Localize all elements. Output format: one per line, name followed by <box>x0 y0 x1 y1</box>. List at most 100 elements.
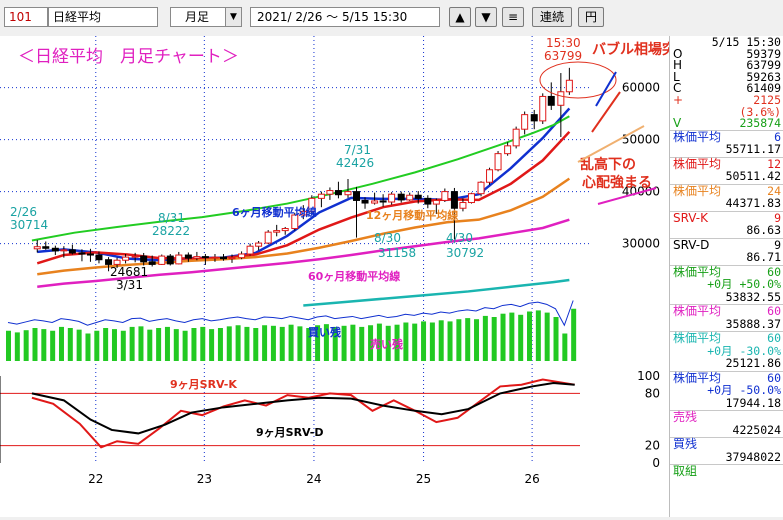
indicator-value: 44371.83 <box>673 197 781 210</box>
candle-body <box>201 256 209 259</box>
volume-bar <box>438 320 444 361</box>
volume-bar <box>138 326 144 361</box>
volume-bar <box>279 326 285 361</box>
y-tick-label: 30000 <box>622 237 660 251</box>
candle-body <box>353 191 361 201</box>
volume-bar <box>200 326 206 361</box>
candle-body <box>140 255 148 263</box>
volume-bar <box>191 328 197 361</box>
candle-body <box>406 194 414 201</box>
volume-bar <box>111 329 117 361</box>
volume-bar <box>67 328 73 361</box>
label-buy-remaining: 買い残 <box>308 325 341 339</box>
candle-body <box>228 257 236 260</box>
chart-area[interactable]: 22232425263000040000500006000002080100＜日… <box>0 36 690 517</box>
candle-body <box>432 199 440 205</box>
label-srv-d: 9ヶ月SRV-D <box>256 426 323 439</box>
indicator-value-value: 86.71 <box>746 250 781 265</box>
volume-bar <box>6 330 11 361</box>
yen-button[interactable]: 円 <box>578 7 604 27</box>
volume-trend-line <box>7 300 574 327</box>
point-label-bottom: 31158 <box>378 246 416 260</box>
point-label-top: 24681 <box>110 265 148 279</box>
indicator-value: 86.63 <box>673 224 781 237</box>
volume-bar <box>85 333 91 361</box>
volume-bar <box>288 324 294 361</box>
volume-bar <box>235 325 241 361</box>
candle-body <box>512 128 520 147</box>
volume-bar <box>94 330 100 361</box>
volume-bar <box>553 317 559 361</box>
volume-bar <box>527 311 533 361</box>
y-tick-label: 60000 <box>622 81 660 95</box>
volume-bar <box>226 326 232 361</box>
volume-bar <box>209 329 215 361</box>
scroll-up-button[interactable]: ▲ <box>449 7 471 27</box>
candle-body <box>521 114 529 130</box>
candle-body <box>95 254 103 261</box>
volume-bar <box>76 329 82 361</box>
point-label-bottom: 3/31 <box>116 278 143 292</box>
x-tick-label: 26 <box>524 472 539 486</box>
candle-body <box>450 191 458 209</box>
candle-body <box>441 191 449 201</box>
series-line <box>303 278 570 307</box>
candle-body <box>477 181 485 195</box>
indicator-value-value: 44371.83 <box>725 196 781 211</box>
menu-button[interactable]: ≡ <box>502 7 524 27</box>
volume-bar <box>500 313 506 361</box>
candle-body <box>565 79 573 93</box>
candle-body <box>166 255 174 265</box>
chevron-down-icon[interactable]: ▼ <box>225 8 241 26</box>
indicator-header-label: SRV-D <box>673 237 710 252</box>
continuous-button[interactable]: 連続 <box>532 7 572 27</box>
ohlc-row: V 235874 <box>673 117 781 130</box>
candle-body <box>547 95 555 106</box>
ohlc-row-value: 235874 <box>739 116 781 131</box>
volume-bar <box>41 329 47 361</box>
candle-body <box>344 191 352 196</box>
candle-body <box>539 95 547 122</box>
x-tick-label: 22 <box>88 472 103 486</box>
indicator-value-value: 53832.55 <box>725 289 781 304</box>
candle-body <box>255 242 263 247</box>
volume-bar <box>571 308 577 361</box>
volume-bar <box>50 330 56 361</box>
label-srv-k: 9ヶ月SRV-K <box>170 378 237 391</box>
volume-bar <box>253 328 259 361</box>
volume-bar <box>156 328 162 361</box>
scroll-down-button[interactable]: ▼ <box>475 7 497 27</box>
point-label-bottom: 30714 <box>10 218 48 232</box>
candle-body <box>326 190 334 195</box>
candle-body <box>459 202 467 209</box>
candle-body <box>51 247 59 252</box>
volume-bar <box>447 321 453 361</box>
point-label-top: 15:30 <box>546 36 581 50</box>
volume-bar <box>562 333 568 361</box>
candle-body <box>105 259 113 265</box>
stock-name-field[interactable]: 日経平均 <box>48 7 158 27</box>
indicator-value: 86.71 <box>673 251 781 264</box>
indicator-header-label: 株価平均 <box>673 183 722 198</box>
candle-body <box>424 197 432 205</box>
period-select-value: 月足 <box>185 10 210 24</box>
point-label-top: 8/31 <box>158 211 185 225</box>
candle-body <box>504 145 512 155</box>
volume-bar <box>120 330 126 361</box>
date-range-display: 2021/ 2/26 ～ 5/15 15:30 <box>250 7 440 27</box>
candle-body <box>211 256 219 259</box>
volume-bar <box>482 315 488 361</box>
label-ma60: 60ヶ月移動平均線 <box>308 269 400 283</box>
stock-code-field[interactable]: 101 <box>4 7 48 27</box>
point-label-bottom: 28222 <box>152 224 190 238</box>
srv-tick-label: 80 <box>645 386 660 400</box>
volume-bar <box>456 319 462 361</box>
buy-remaining-value: 37948022 <box>673 450 781 464</box>
candle-body <box>78 252 86 255</box>
period-select[interactable]: 月足 ▼ <box>170 7 242 27</box>
candle-body <box>361 199 369 204</box>
sell-remaining-header-label: 売残 <box>673 410 698 425</box>
forecast-stroke-red <box>591 91 621 133</box>
indicator-value-value: 25121.86 <box>725 356 781 371</box>
x-tick-label: 23 <box>197 472 212 486</box>
